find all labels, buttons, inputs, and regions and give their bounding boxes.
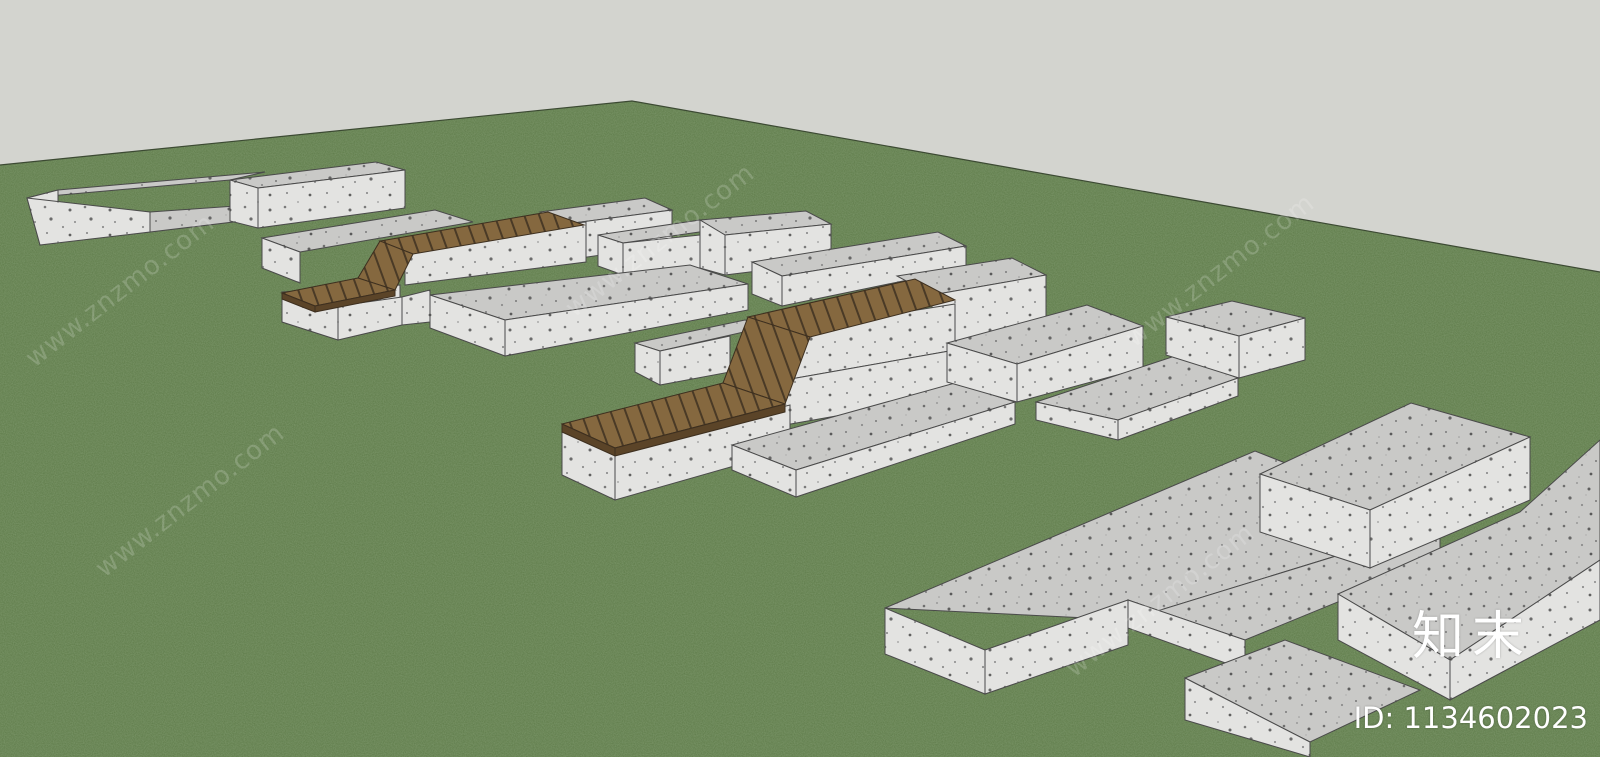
sketchup-viewport: www.znzmo.com www.znzmo.com www.znzmo.co… [0,0,1600,757]
brand-logo-text: 知末 [1411,607,1532,667]
3d-scene [0,0,1600,757]
model-id-label: ID: 1134602023 [1353,701,1588,735]
